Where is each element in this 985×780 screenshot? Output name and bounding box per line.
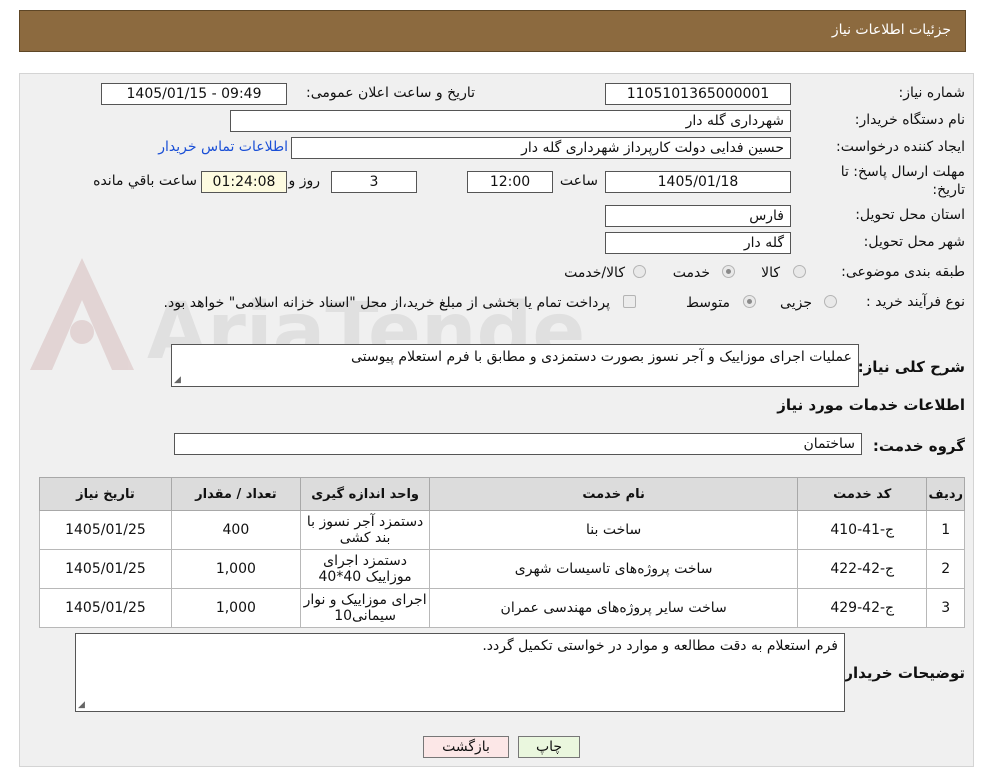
province-label: استان محل تحویل: <box>855 207 965 223</box>
table-row: 1 ج-41-410 ساخت بنا دستمزد آجر نسوز با ب… <box>39 510 965 550</box>
requester-label: ایجاد کننده درخواست: <box>836 139 965 155</box>
process-medium-label: متوسط <box>686 295 730 311</box>
buyer-notes-textarea[interactable]: فرم استعلام به دقت مطالعه و موارد در خوا… <box>75 633 845 712</box>
col-header-unit: واحد اندازه گیری <box>299 477 431 511</box>
process-medium-radio[interactable] <box>743 295 756 308</box>
cell-row-number: 3 <box>926 588 965 628</box>
treasury-payment-note: پرداخت تمام یا بخشی از مبلغ خرید،از محل … <box>163 295 610 311</box>
need-number-label: شماره نیاز: <box>898 85 966 101</box>
category-label: طبقه بندی موضوعی: <box>841 264 965 280</box>
cell-unit: اجرای موزاییک و نوار سیمانی10 <box>299 588 431 628</box>
cell-unit: دستمزد آجر نسوز با بند کشی <box>299 510 431 550</box>
category-service-radio[interactable] <box>722 265 735 278</box>
service-group-label: گروه خدمت: <box>872 437 965 455</box>
service-group-field: ساختمان <box>174 433 862 455</box>
services-heading: اطلاعات خدمات مورد نیاز <box>777 396 965 414</box>
deadline-label-2: تاریخ: <box>932 182 965 198</box>
cell-need-date: 1405/01/25 <box>39 510 172 550</box>
resize-grip-icon[interactable]: ◢ <box>174 375 181 385</box>
province-field: فارس <box>605 205 791 227</box>
announce-label: تاریخ و ساعت اعلان عمومی: <box>306 85 475 101</box>
col-header-service-code: کد خدمت <box>796 477 928 511</box>
time-remaining-label: ساعت باقي مانده <box>93 173 197 189</box>
requester-field: حسین فدایی دولت کارپرداز شهرداری گله دار <box>291 137 791 159</box>
cell-row-number: 1 <box>926 510 965 550</box>
days-label: روز و <box>288 173 321 189</box>
col-header-quantity: تعداد / مقدار <box>170 477 301 511</box>
cell-service-name: ساخت پروژه‌های تاسیسات شهری <box>429 549 798 589</box>
cell-service-code: ج-42-429 <box>796 588 928 628</box>
buyer-notes-label: توضیحات خریدار: <box>838 664 965 682</box>
cell-quantity: 1,000 <box>170 549 301 589</box>
buyer-notes-text: فرم استعلام به دقت مطالعه و موارد در خوا… <box>482 638 838 654</box>
cell-service-code: ج-41-410 <box>796 510 928 550</box>
cell-service-name: ساخت بنا <box>429 510 798 550</box>
deadline-time-field: 12:00 <box>467 171 553 193</box>
category-goods-label: کالا <box>761 265 780 281</box>
table-row: 2 ج-42-422 ساخت پروژه‌های تاسیسات شهری د… <box>39 549 965 589</box>
col-header-row-number: ردیف <box>926 477 965 511</box>
buyer-org-field: شهرداری گله دار <box>230 110 791 132</box>
cell-row-number: 2 <box>926 549 965 589</box>
buyer-org-label: نام دستگاه خریدار: <box>854 112 965 128</box>
cell-need-date: 1405/01/25 <box>39 588 172 628</box>
process-minor-label: جزیی <box>780 295 812 311</box>
need-number-field: 1105101365000001 <box>605 83 791 105</box>
category-goods-radio[interactable] <box>793 265 806 278</box>
cell-service-code: ج-42-422 <box>796 549 928 589</box>
city-label: شهر محل تحویل: <box>863 234 965 250</box>
time-remaining-field: 01:24:08 <box>201 171 287 193</box>
table-row: 3 ج-42-429 ساخت سایر پروژه‌های مهندسی عم… <box>39 588 965 628</box>
cell-service-name: ساخت سایر پروژه‌های مهندسی عمران <box>429 588 798 628</box>
cell-need-date: 1405/01/25 <box>39 549 172 589</box>
process-label: نوع فرآیند خرید : <box>866 294 965 310</box>
category-goods-service-radio[interactable] <box>633 265 646 278</box>
cell-unit: دستمزد اجرای موزاییک 40*40 <box>299 549 431 589</box>
print-button[interactable]: چاپ <box>518 736 580 758</box>
category-goods-service-label: کالا/خدمت <box>564 265 625 281</box>
city-field: گله دار <box>605 232 791 254</box>
resize-grip-icon[interactable]: ◢ <box>78 700 85 710</box>
treasury-payment-checkbox[interactable] <box>623 295 636 308</box>
summary-text: عملیات اجرای موزاییک و آجر نسوز بصورت دس… <box>351 349 852 365</box>
summary-textarea[interactable]: عملیات اجرای موزاییک و آجر نسوز بصورت دس… <box>171 344 859 387</box>
deadline-label: مهلت ارسال پاسخ: تا <box>840 164 965 180</box>
cell-quantity: 400 <box>170 510 301 550</box>
announce-datetime-field: 1405/01/15 - 09:49 <box>101 83 287 105</box>
col-header-service-name: نام خدمت <box>429 477 798 511</box>
col-header-need-date: تاریخ نیاز <box>39 477 172 511</box>
summary-label: شرح کلی نیاز: <box>857 358 965 376</box>
deadline-time-label: ساعت <box>559 173 598 189</box>
page-header: جزئیات اطلاعات نیاز <box>19 10 966 52</box>
page-title: جزئیات اطلاعات نیاز <box>831 22 951 38</box>
buyer-contact-link[interactable]: اطلاعات تماس خریدار <box>158 139 288 155</box>
back-button[interactable]: بازگشت <box>423 736 509 758</box>
services-table: ردیف کد خدمت نام خدمت واحد اندازه گیری ت… <box>39 477 965 628</box>
category-service-label: خدمت <box>672 265 710 281</box>
process-minor-radio[interactable] <box>824 295 837 308</box>
cell-quantity: 1,000 <box>170 588 301 628</box>
days-remaining-field: 3 <box>331 171 417 193</box>
table-header-row: ردیف کد خدمت نام خدمت واحد اندازه گیری ت… <box>39 477 965 511</box>
deadline-date-field: 1405/01/18 <box>605 171 791 193</box>
